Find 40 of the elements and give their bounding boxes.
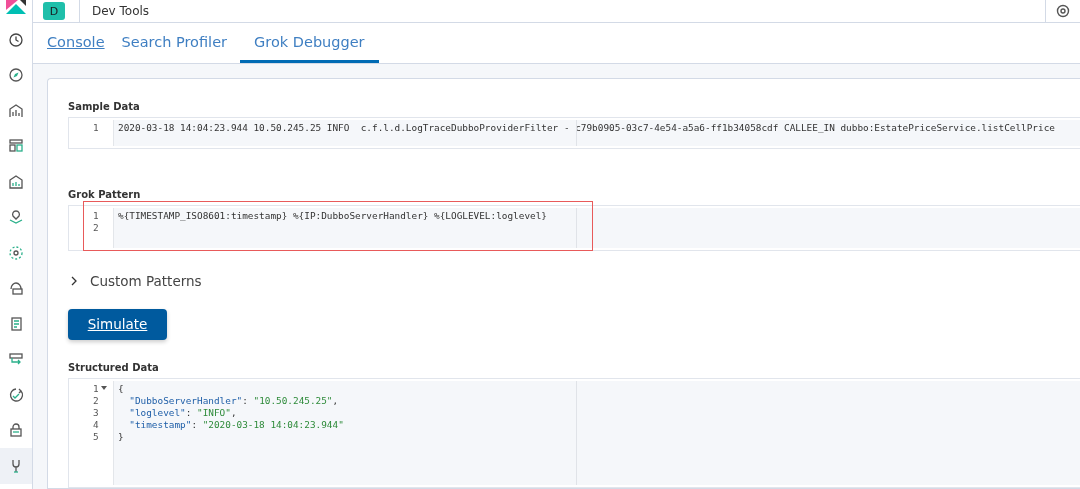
code-line: "DubboServerHandler": "10.50.245.25", [128, 394, 339, 406]
chevron-icon [70, 275, 78, 288]
nav-icon [8, 138, 24, 155]
nav-icon [8, 244, 24, 261]
simulate-button[interactable]: Simulate [68, 309, 167, 340]
line-number: 2 [92, 394, 100, 407]
code-line: "loglevel": "INFO", [128, 406, 237, 418]
code-line: %{TIMESTAMP_ISO8601:timestamp} %{IP:DubboServerHandler} %{LOGLEVEL:loglevel} [118, 210, 547, 222]
nav-icon [8, 31, 24, 48]
nav-icon [8, 315, 24, 332]
nav-icon [8, 422, 24, 439]
fold-icon[interactable] [100, 386, 107, 392]
line-number: 1 [92, 210, 100, 223]
logo-icon[interactable] [6, 0, 26, 14]
code-line: } [118, 430, 124, 442]
nav-icon [8, 386, 24, 403]
line-number: 5 [92, 430, 100, 443]
line-number: 1 [92, 122, 100, 134]
custom-patterns-toggle[interactable]: Custom Patterns [68, 273, 202, 290]
line-number: 3 [92, 406, 100, 419]
section-label: Sample Data [68, 101, 140, 112]
line-number: 2 [92, 222, 100, 235]
line-number: 1 [77, 382, 113, 395]
app-badge: D [43, 2, 65, 20]
nav-icon [8, 280, 24, 297]
help-icon[interactable] [1056, 4, 1070, 18]
nav-icon [8, 209, 24, 226]
section-label: Structured Data [68, 361, 159, 373]
line-number: 4 [92, 418, 100, 431]
tab[interactable]: Search Profiler [113, 23, 236, 63]
code-line: 2020-03-18 14:04:23.944 10.50.245.25 INFO c.f.l.d.LogTraceDubboProviderFilter - c79b0905-03c7-4e54-a5a6-ff1b34058cdf CALLEE_IN dubbo:EstatePriceService.listCellPrice [118, 122, 1055, 133]
section-label: Grok Pattern [68, 189, 141, 201]
nav-icon [8, 173, 24, 190]
code-line: { [118, 382, 124, 394]
code-editor[interactable]: 1 2020-03-18 14:04:23.944 10.50.245.25 INFO c.f.l.d.LogTraceDubboProviderFilter - c79b0905-03c7-4e54-a5a6-ff1b34058cdf CALLEE_IN dubbo:EstatePriceService.listCellPrice [68, 117, 1080, 150]
page-title: Dev Tools [79, 0, 150, 22]
tab[interactable]: Console [39, 23, 113, 63]
code-line: "timestamp": "2020-03-18 14:04:23.944" [128, 418, 344, 430]
nav-icon [8, 102, 24, 119]
nav-icon [8, 67, 24, 84]
